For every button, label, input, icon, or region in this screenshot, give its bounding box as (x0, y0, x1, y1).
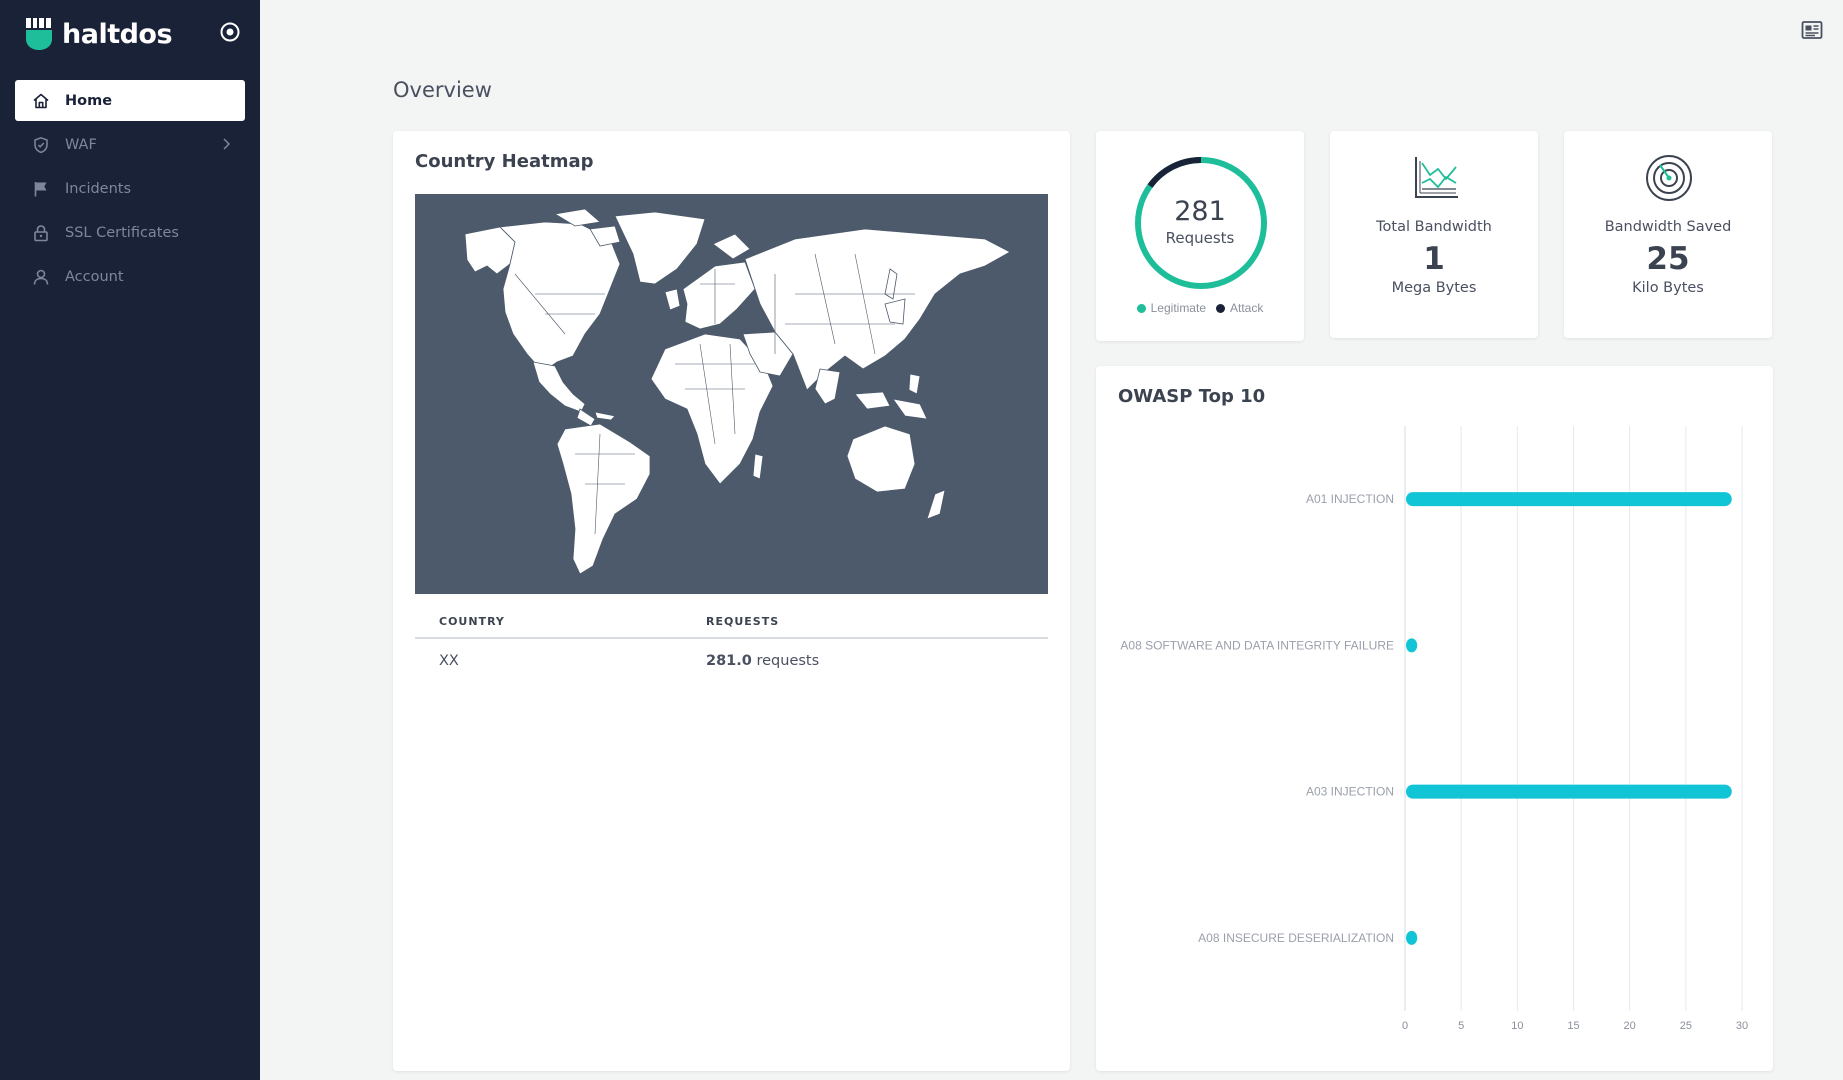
country-heatmap-card: Country Heatmap COUNTRY REQUESTS XX 281.… (393, 131, 1070, 1071)
requests-unit: requests (756, 653, 820, 669)
bandwidth-value: 1 (1423, 241, 1445, 277)
bar (1406, 492, 1732, 507)
radar-icon (1646, 155, 1692, 201)
sidebar-toggle-button[interactable] (218, 20, 242, 44)
x-tick-label: 30 (1736, 1020, 1748, 1032)
y-category-label: A08 INSECURE DESERIALIZATION (1198, 931, 1394, 945)
sidebar-item-incidents[interactable]: Incidents (15, 168, 245, 209)
bar (1406, 638, 1418, 653)
requests-legend: Legitimate Attack (1096, 301, 1304, 315)
attack-dot (1216, 303, 1225, 313)
x-tick-label: 25 (1680, 1020, 1692, 1032)
lock-icon (31, 223, 51, 243)
attack-arc (1147, 157, 1202, 188)
requests-label: Requests (1165, 229, 1235, 247)
column-header-requests[interactable]: REQUESTS (706, 615, 779, 628)
bar (1406, 930, 1418, 945)
x-tick-label: 0 (1402, 1020, 1408, 1032)
x-tick-label: 5 (1458, 1020, 1464, 1032)
owasp-bar-chart: 0 5 10 15 20 25 30 A01 INJECTION A08 SOFTWARE AN… (1120, 426, 1748, 1032)
requests-cell: 281.0 requests (706, 653, 819, 669)
card-title: Country Heatmap (415, 151, 594, 172)
sidebar-item-label: Home (65, 92, 113, 109)
country-cell: XX (439, 653, 459, 669)
requests-card: 281 Requests Legitimate Attack (1096, 131, 1304, 341)
owasp-top10-card: OWASP Top 10 0 5 10 15 20 25 30 A01 INJECTION A0… (1096, 366, 1773, 1071)
chevron-right-icon (219, 136, 233, 152)
requests-count: 281 (1174, 196, 1226, 227)
sidebar-item-waf[interactable]: WAF (15, 124, 245, 165)
user-icon (31, 267, 51, 287)
sidebar-item-label: SSL Certificates (65, 224, 179, 241)
saved-value: 25 (1646, 241, 1690, 277)
sidebar-item-account[interactable]: Account (15, 256, 245, 297)
legend-legitimate[interactable]: Legitimate (1136, 301, 1206, 315)
x-tick-label: 15 (1567, 1020, 1579, 1032)
sidebar-item-label: Account (65, 268, 124, 285)
flag-icon (31, 179, 51, 199)
target-icon (220, 22, 240, 42)
card-title: OWASP Top 10 (1118, 386, 1266, 407)
heatmap-table-header: COUNTRY REQUESTS (415, 601, 1048, 639)
saved-label: Bandwidth Saved (1604, 219, 1732, 235)
sidebar-item-label: Incidents (65, 180, 132, 197)
column-header-country[interactable]: COUNTRY (439, 615, 505, 628)
legitimate-dot (1136, 303, 1146, 313)
x-tick-label: 20 (1624, 1020, 1636, 1032)
page-title: Overview (393, 78, 492, 102)
sidebar: haltdos Home WAF Incidents SSL Certifica… (0, 0, 260, 1080)
sidebar-item-home[interactable]: Home (15, 80, 245, 121)
table-row[interactable]: XX 281.0 requests (415, 639, 1048, 683)
sidebar-item-ssl-certificates[interactable]: SSL Certificates (15, 212, 245, 253)
bar (1406, 784, 1732, 799)
legend-label: Legitimate (1150, 301, 1206, 315)
bandwidth-saved-card: Bandwidth Saved 25 Kilo Bytes (1564, 131, 1772, 338)
bandwidth-label: Total Bandwidth (1376, 219, 1492, 235)
home-icon (31, 91, 51, 111)
y-category-label: A08 SOFTWARE AND DATA INTEGRITY FAILURE (1120, 638, 1394, 652)
sidebar-nav: Home WAF Incidents SSL Certificates Acco… (15, 80, 245, 300)
y-category-label: A03 INJECTION (1306, 785, 1394, 799)
saved-unit: Kilo Bytes (1632, 280, 1704, 296)
requests-value: 281.0 (706, 653, 752, 669)
shield-icon (31, 135, 51, 155)
x-tick-label: 10 (1511, 1020, 1523, 1032)
bandwidth-chart-icon (1415, 157, 1458, 198)
brand-name: haltdos (62, 18, 173, 50)
haltdos-logo-icon (26, 18, 52, 50)
world-map-shapes (464, 208, 1011, 575)
y-category-label: A01 INJECTION (1306, 492, 1394, 506)
brand[interactable]: haltdos (25, 14, 173, 54)
sidebar-item-label: WAF (65, 136, 97, 153)
news-feed-button[interactable] (1800, 18, 1824, 42)
legend-label: Attack (1230, 301, 1264, 315)
bandwidth-unit: Mega Bytes (1391, 280, 1477, 296)
total-bandwidth-card: Total Bandwidth 1 Mega Bytes (1330, 131, 1538, 338)
newspaper-icon (1801, 21, 1823, 39)
legend-attack[interactable]: Attack (1216, 301, 1263, 315)
world-map[interactable] (415, 194, 1048, 594)
